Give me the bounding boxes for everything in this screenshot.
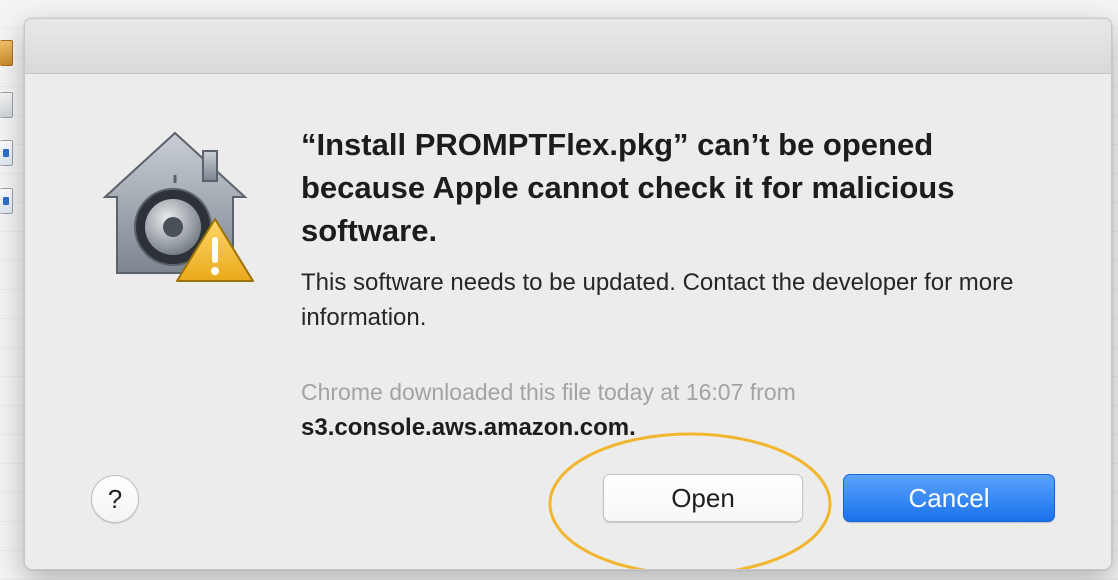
cancel-button[interactable]: Cancel <box>843 474 1055 522</box>
download-source: Chrome downloaded this file today at 16:… <box>301 375 1061 445</box>
disk-icon <box>0 92 13 118</box>
dialog-titlebar <box>25 19 1111 74</box>
gatekeeper-warning-icon <box>102 131 254 282</box>
open-button[interactable]: Open <box>603 474 803 522</box>
package-icon <box>0 40 13 66</box>
document-icon <box>0 140 13 166</box>
download-source-text: Chrome downloaded this file today at 16:… <box>301 379 796 405</box>
dialog-title: “Install PROMPTFlex.pkg” can’t be opened… <box>301 127 955 248</box>
gatekeeper-dialog: “Install PROMPTFlex.pkg” can’t be opened… <box>24 18 1112 570</box>
document-icon <box>0 188 13 214</box>
dialog-message: This software needs to be updated. Conta… <box>301 269 1014 331</box>
help-button[interactable]: ? <box>91 475 139 523</box>
download-source-domain: s3.console.aws.amazon.com. <box>301 414 636 441</box>
